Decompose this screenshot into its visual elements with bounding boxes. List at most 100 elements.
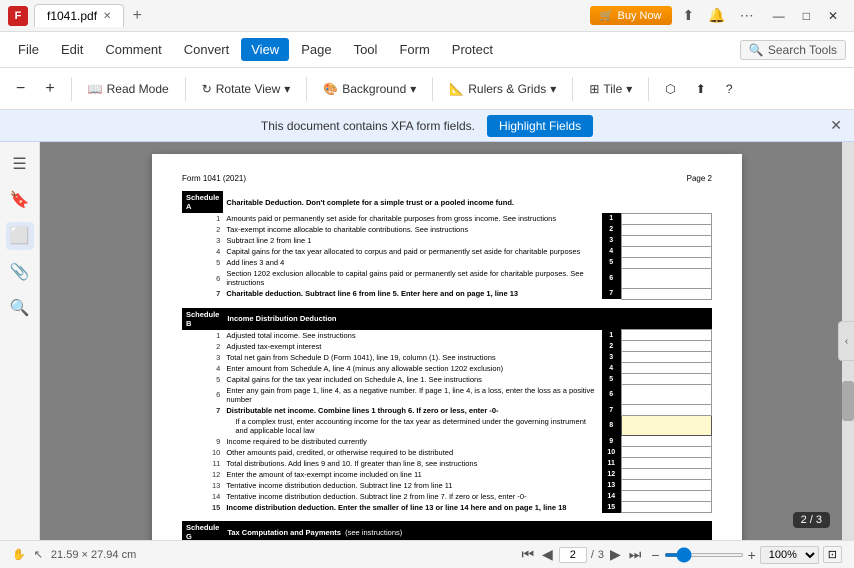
document-container: Form 1041 (2021) Page 2 Schedule A Chari… <box>152 154 742 540</box>
sidebar-attachments[interactable]: 📎 <box>6 258 34 286</box>
help-button[interactable]: ? <box>718 78 741 100</box>
close-button[interactable]: ✕ <box>820 5 846 27</box>
sidebar-search[interactable]: 🔍 <box>6 294 34 322</box>
menu-edit[interactable]: Edit <box>51 38 93 61</box>
zoom-out-button[interactable]: − <box>8 76 33 102</box>
more-options-icon[interactable]: ⋯ <box>737 4 757 27</box>
buy-now-icon: 🛒 <box>600 9 614 22</box>
buy-now-button[interactable]: 🛒 Buy Now <box>590 6 672 25</box>
prev-page-button[interactable]: ◀ <box>540 544 555 565</box>
schedule-b-title: Income Distribution Deduction <box>223 308 711 330</box>
table-row: 14 Tentative income distribution deducti… <box>182 491 712 502</box>
toolbar-separator-5 <box>572 77 573 101</box>
table-row: 13 Tentative income distribution deducti… <box>182 480 712 491</box>
background-dropdown-icon: ▾ <box>410 82 416 96</box>
schedule-a-title: Charitable Deduction. Don't complete for… <box>223 191 621 213</box>
document-area[interactable]: Form 1041 (2021) Page 2 Schedule A Chari… <box>40 142 854 540</box>
rulers-grids-button[interactable]: 📐 Rulers & Grids ▾ <box>441 78 564 100</box>
search-tools[interactable]: 🔍 Search Tools <box>740 40 846 60</box>
schedule-g-title: Tax Computation and Payments (see instru… <box>223 521 621 540</box>
read-mode-icon: 📖 <box>88 82 103 96</box>
toolbar-separator-1 <box>71 77 72 101</box>
table-row: 4 Capital gains for the tax year allocat… <box>182 246 712 257</box>
sidebar-pages[interactable]: ⬜ <box>6 222 34 250</box>
rulers-icon: 📐 <box>449 82 464 96</box>
menu-convert[interactable]: Convert <box>174 38 240 61</box>
read-mode-button[interactable]: 📖 Read Mode <box>80 78 177 100</box>
table-row: 4 Enter amount from Schedule A, line 4 (… <box>182 363 712 374</box>
toolbar: − + 📖 Read Mode ↻ Rotate View ▾ 🎨 Backgr… <box>0 68 854 110</box>
menu-comment[interactable]: Comment <box>95 38 171 61</box>
external-link-button[interactable]: ⬡ <box>657 78 683 100</box>
tile-button[interactable]: ⊞ Tile ▾ <box>581 78 640 100</box>
background-icon: 🎨 <box>323 82 338 96</box>
menu-protect[interactable]: Protect <box>442 38 503 61</box>
table-row: 5 Add lines 3 and 4 5 <box>182 257 712 268</box>
table-row: 5 Capital gains for the tax year include… <box>182 374 712 385</box>
zoom-in-icon: + <box>45 80 54 98</box>
status-bar: ✋ ↖ 21.59 × 27.94 cm ⏮ ◀ / 3 ▶ ⏭ − + 100… <box>0 540 854 568</box>
table-row: 1 Amounts paid or permanently set aside … <box>182 213 712 224</box>
menu-file[interactable]: File <box>8 38 49 61</box>
table-row: 12 Enter the amount of tax-exempt income… <box>182 469 712 480</box>
scrollbar-thumb[interactable] <box>842 381 854 421</box>
page-navigation: ⏮ ◀ / 3 ▶ ⏭ <box>519 544 643 565</box>
minimize-button[interactable]: — <box>765 5 793 27</box>
help-icon: ? <box>726 82 733 96</box>
dimensions: 21.59 × 27.94 cm <box>51 549 136 561</box>
menu-page[interactable]: Page <box>291 38 341 61</box>
notification-text: This document contains XFA form fields. <box>261 119 475 133</box>
tab-close-icon[interactable]: ✕ <box>103 11 111 22</box>
table-row: 1 Adjusted total income. See instruction… <box>182 330 712 341</box>
schedule-b-header-row: Schedule B Income Distribution Deduction <box>182 308 712 330</box>
collapse-button[interactable]: ‹ <box>838 321 854 361</box>
table-row: 15 Income distribution deduction. Enter … <box>182 502 712 513</box>
notification-icon[interactable]: 🔔 <box>705 4 728 27</box>
sidebar-hand-tool[interactable]: ☰ <box>6 150 34 178</box>
title-bar-left: F f1041.pdf ✕ + <box>8 3 150 29</box>
zoom-level-select[interactable]: 100% 75% 125% 150% <box>760 546 819 564</box>
first-page-button[interactable]: ⏮ <box>519 544 536 565</box>
zoom-in-status-button[interactable]: + <box>748 547 756 563</box>
tile-icon: ⊞ <box>589 82 599 96</box>
table-row: 9 Income required to be distributed curr… <box>182 436 712 447</box>
share-icon[interactable]: ⬆ <box>680 4 698 27</box>
window-controls: — □ ✕ <box>765 5 846 27</box>
maximize-button[interactable]: □ <box>795 5 818 27</box>
zoom-slider[interactable] <box>664 553 744 557</box>
add-tab-button[interactable]: + <box>124 3 149 29</box>
background-button[interactable]: 🎨 Background ▾ <box>315 78 424 100</box>
document-tab[interactable]: f1041.pdf ✕ <box>34 4 124 27</box>
fit-page-button[interactable]: ⊡ <box>823 546 842 563</box>
zoom-out-status-button[interactable]: − <box>651 547 659 563</box>
next-page-button[interactable]: ▶ <box>608 544 623 565</box>
schedule-g-header-row: Schedule G Tax Computation and Payments … <box>182 521 712 540</box>
table-row: 7 Charitable deduction. Subtract line 6 … <box>182 288 712 299</box>
last-page-button[interactable]: ⏭ <box>627 544 644 565</box>
left-sidebar: ☰ 🔖 ⬜ 📎 🔍 <box>0 142 40 540</box>
schedule-g-table: Schedule G Tax Computation and Payments … <box>182 521 712 540</box>
rotate-icon: ↻ <box>202 82 212 96</box>
zoom-out-icon: − <box>16 80 25 98</box>
main-area: ☰ 🔖 ⬜ 📎 🔍 Form 1041 (2021) Page 2 Schedu… <box>0 142 854 540</box>
tab-title: f1041.pdf <box>47 9 97 23</box>
table-row: 6 Enter any gain from page 1, line 4, as… <box>182 385 712 405</box>
rotate-view-button[interactable]: ↻ Rotate View ▾ <box>194 78 299 100</box>
select-tool-icon: ↖ <box>34 548 43 561</box>
page-number-input[interactable] <box>559 547 587 563</box>
open-icon: ⬆ <box>696 82 706 96</box>
toolbar-separator-3 <box>306 77 307 101</box>
open-button[interactable]: ⬆ <box>688 78 714 100</box>
sidebar-bookmarks[interactable]: 🔖 <box>6 186 34 214</box>
notification-bar: This document contains XFA form fields. … <box>0 110 854 142</box>
menu-form[interactable]: Form <box>389 38 439 61</box>
rotate-dropdown-icon: ▾ <box>284 82 290 96</box>
zoom-in-button[interactable]: + <box>37 76 62 102</box>
cursor-tool-icon: ✋ <box>12 548 26 561</box>
menu-bar: File Edit Comment Convert View Page Tool… <box>0 32 854 68</box>
highlight-fields-button[interactable]: Highlight Fields <box>487 115 593 137</box>
schedule-a-table: Schedule A Charitable Deduction. Don't c… <box>182 191 712 300</box>
notification-close-button[interactable]: ✕ <box>830 117 842 134</box>
menu-view[interactable]: View <box>241 38 289 61</box>
menu-tool[interactable]: Tool <box>344 38 388 61</box>
